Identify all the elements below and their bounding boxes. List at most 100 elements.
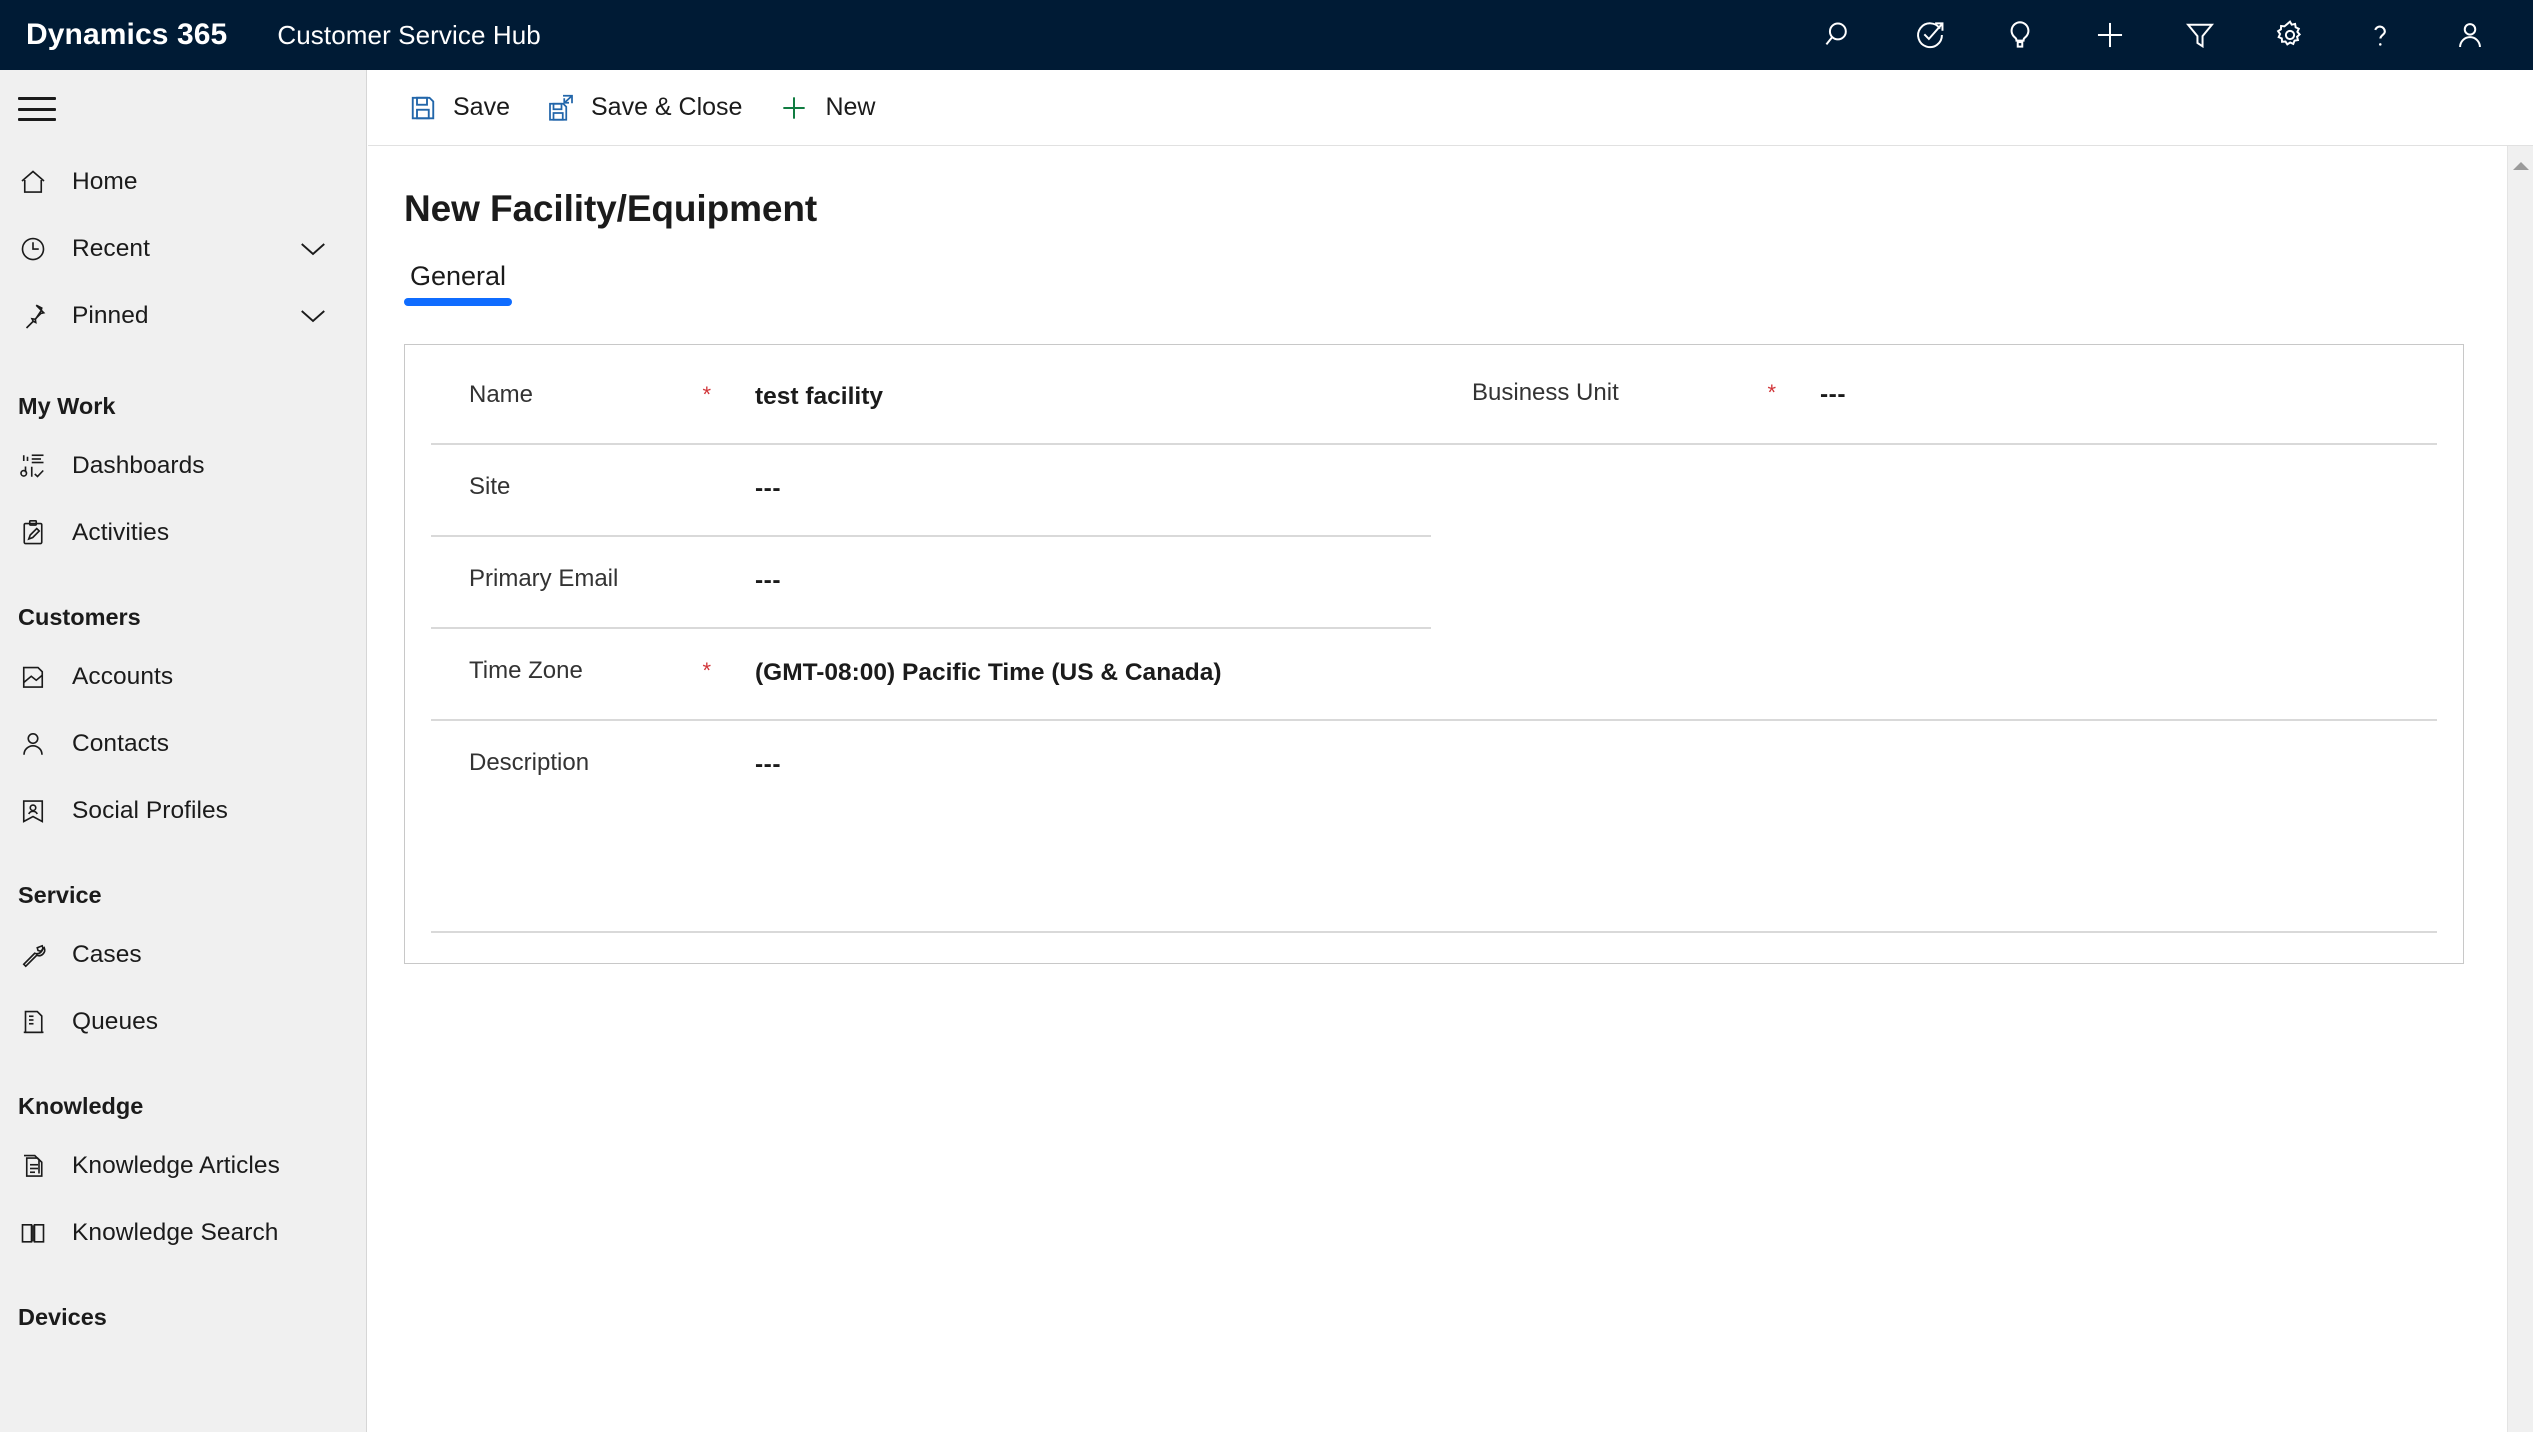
dashboard-icon (18, 451, 72, 481)
queue-icon (18, 1007, 72, 1037)
clock-icon (18, 234, 72, 264)
sidebar-item-contacts[interactable]: Contacts (0, 710, 366, 777)
field-value-site[interactable]: --- (725, 473, 781, 503)
field-label-site: Site (469, 473, 511, 500)
sidebar-item-queues[interactable]: Queues (0, 988, 366, 1055)
home-icon (18, 167, 72, 197)
page-title: New Facility/Equipment (404, 188, 818, 229)
field-row-description: Description --- (405, 749, 2463, 779)
field-separator (431, 719, 2437, 721)
brand-logo: Dynamics 365 (26, 18, 228, 51)
general-tab-form-card: Name * test facility Business Unit * ---… (404, 344, 2464, 964)
activities-icon (18, 518, 72, 548)
sidebar-item-dashboards[interactable]: Dashboards (0, 432, 366, 499)
sidebar-group-service: Service (18, 882, 102, 908)
social-profile-icon (18, 796, 72, 826)
user-icon[interactable] (2425, 0, 2515, 70)
hamburger-menu-icon[interactable] (0, 70, 366, 148)
book-icon (18, 1218, 72, 1248)
save-close-icon (546, 93, 576, 123)
save-button[interactable]: Save (390, 78, 528, 138)
plus-icon[interactable] (2065, 0, 2155, 70)
sidebar-group-my-work: My Work (18, 393, 116, 419)
required-indicator: * (702, 658, 711, 683)
form-tab-list: General (404, 258, 2533, 306)
sidebar-item-label: Cases (72, 940, 142, 968)
form-page: New Facility/Equipment General Name * te… (368, 146, 2533, 1432)
field-row-time-zone: Time Zone * (GMT-08:00) Pacific Time (US… (405, 657, 2463, 687)
sidebar-item-social-profiles[interactable]: Social Profiles (0, 777, 366, 844)
sidebar-item-recent[interactable]: Recent (0, 215, 366, 282)
top-navigation-bar: Dynamics 365 Customer Service Hub (0, 0, 2533, 70)
field-separator (431, 931, 2437, 933)
sidebar-item-label: Recent (72, 234, 150, 262)
scrollbar-track[interactable] (2508, 186, 2533, 1386)
sidebar-item-label: Knowledge Search (72, 1218, 279, 1246)
required-indicator: * (1767, 380, 1776, 405)
pin-icon (18, 301, 72, 331)
accounts-icon (18, 662, 72, 692)
field-label-primary-email: Primary Email (469, 565, 619, 592)
help-icon[interactable] (2335, 0, 2425, 70)
lightbulb-icon[interactable] (1975, 0, 2065, 70)
app-name: Customer Service Hub (277, 19, 541, 50)
sidebar-item-home[interactable]: Home (0, 148, 366, 215)
sidebar-item-accounts[interactable]: Accounts (0, 643, 366, 710)
gear-icon[interactable] (2245, 0, 2335, 70)
sidebar-group-knowledge: Knowledge (18, 1093, 144, 1119)
sidebar-item-label: Activities (72, 518, 170, 546)
field-label-description: Description (469, 749, 590, 776)
sidebar-item-label: Pinned (72, 301, 149, 329)
new-button-label: New (825, 93, 876, 121)
required-indicator: * (702, 382, 711, 407)
sidebar-group-devices: Devices (18, 1304, 107, 1330)
scroll-up-arrow-icon[interactable] (2508, 146, 2533, 186)
field-label-time-zone: Time Zone (469, 657, 583, 684)
save-and-close-button[interactable]: Save & Close (528, 78, 760, 138)
sidebar-navigation: Home Recent Pinned My Work Dashboards Ac… (0, 70, 367, 1432)
sidebar-item-label: Home (72, 167, 138, 195)
topbar-icon-group (1795, 0, 2533, 70)
focused-view-icon[interactable] (1885, 0, 1975, 70)
field-value-description[interactable]: --- (725, 749, 781, 779)
save-and-close-button-label: Save & Close (590, 93, 743, 121)
field-separator (431, 627, 1431, 629)
field-value-business-unit[interactable]: --- (1790, 379, 1846, 409)
field-separator (431, 443, 2437, 445)
plus-icon (778, 92, 810, 124)
field-row-business-unit: Business Unit * --- (1450, 379, 2533, 409)
field-value-time-zone[interactable]: (GMT-08:00) Pacific Time (US & Canada) (725, 657, 1222, 687)
field-row-site: Site --- (405, 473, 2463, 503)
chevron-down-icon[interactable] (298, 307, 328, 325)
sidebar-item-label: Queues (72, 1007, 159, 1035)
field-row-primary-email: Primary Email --- (405, 565, 2463, 595)
sidebar-item-cases[interactable]: Cases (0, 921, 366, 988)
page-scrollbar[interactable] (2507, 146, 2533, 1432)
article-icon (18, 1151, 72, 1181)
field-label-name: Name (469, 381, 534, 408)
contact-icon (18, 729, 72, 759)
tab-general-label: General (410, 261, 507, 291)
save-button-label: Save (453, 93, 510, 121)
filter-icon[interactable] (2155, 0, 2245, 70)
sidebar-item-knowledge-search[interactable]: Knowledge Search (0, 1199, 366, 1266)
wrench-icon (18, 940, 72, 970)
sidebar-group-customers: Customers (18, 604, 141, 630)
field-value-primary-email[interactable]: --- (725, 565, 781, 595)
tab-general[interactable]: General (404, 261, 513, 306)
sidebar-item-knowledge-articles[interactable]: Knowledge Articles (0, 1132, 366, 1199)
field-separator (431, 535, 1431, 537)
sidebar-item-pinned[interactable]: Pinned (0, 282, 366, 349)
sidebar-item-label: Social Profiles (72, 796, 228, 824)
new-button[interactable]: New (760, 78, 893, 138)
save-icon (408, 93, 438, 123)
sidebar-item-label: Knowledge Articles (72, 1151, 280, 1179)
chevron-down-icon[interactable] (298, 240, 328, 258)
sidebar-item-activities[interactable]: Activities (0, 499, 366, 566)
search-icon[interactable] (1795, 0, 1885, 70)
field-value-name[interactable]: test facility (725, 381, 883, 411)
sidebar-item-label: Dashboards (72, 451, 205, 479)
command-bar: Save Save & Close New (368, 70, 2533, 146)
sidebar-item-label: Contacts (72, 729, 170, 757)
field-label-business-unit: Business Unit (1472, 379, 1619, 406)
